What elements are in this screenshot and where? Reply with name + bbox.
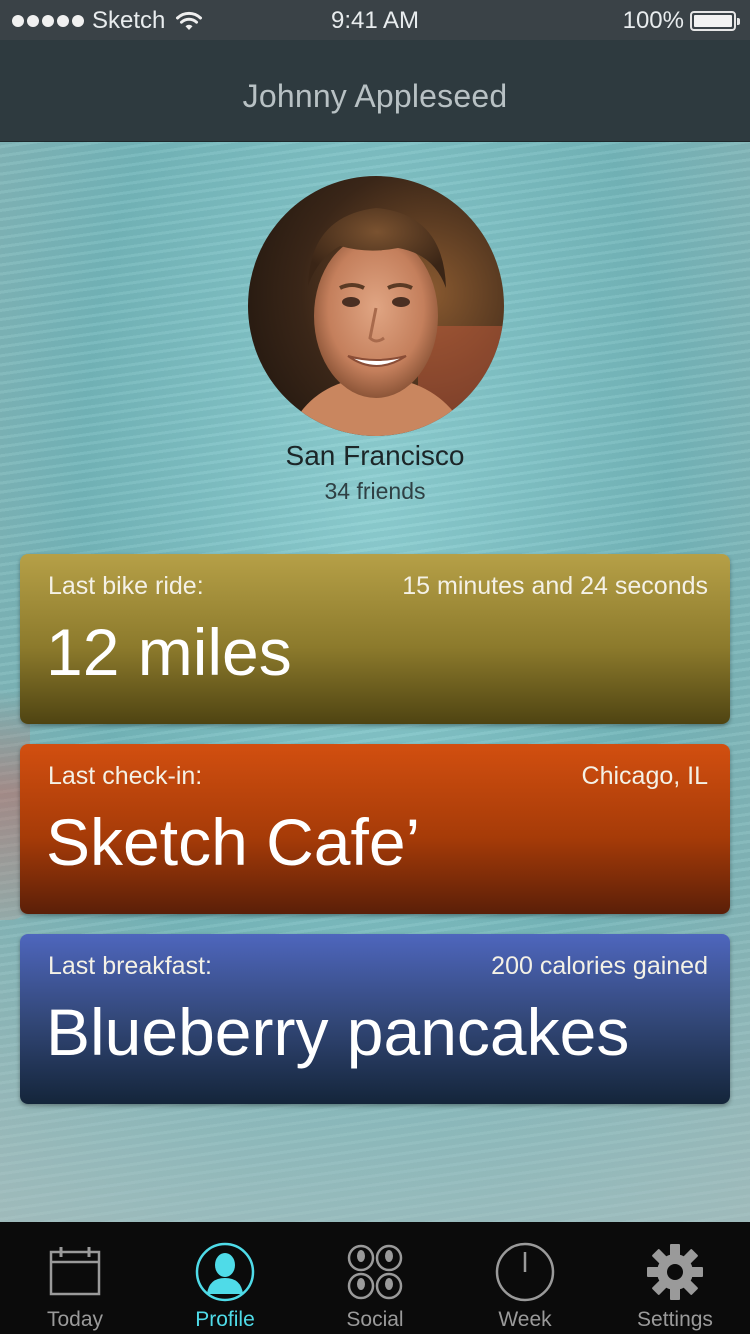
tab-label: Settings: [637, 1308, 713, 1331]
tab-label: Profile: [195, 1308, 255, 1331]
card-label: Last bike ride:: [48, 572, 204, 600]
tab-label: Week: [498, 1308, 552, 1331]
page-title: Johnny Appleseed: [242, 78, 508, 114]
status-right: 100%: [622, 7, 740, 35]
card-value: 12 miles: [46, 615, 292, 689]
tab-label: Social: [346, 1308, 404, 1331]
avatar[interactable]: [248, 176, 504, 436]
tab-settings[interactable]: Settings: [600, 1222, 750, 1334]
friends-count[interactable]: 34 friends: [0, 478, 750, 505]
gear-icon: [643, 1240, 707, 1304]
avatar-photo: [288, 208, 504, 436]
card-label: Last breakfast:: [48, 952, 212, 980]
tab-label: Today: [46, 1308, 104, 1331]
navigation-bar: Johnny Appleseed: [0, 40, 750, 142]
clock-icon: [493, 1240, 557, 1304]
check-in-card[interactable]: Last check-in: Chicago, IL Sketch Cafe’: [20, 744, 730, 914]
tab-week[interactable]: Week: [450, 1222, 600, 1334]
breakfast-card[interactable]: Last breakfast: 200 calories gained Blue…: [20, 934, 730, 1104]
battery-icon: [690, 11, 740, 31]
status-bar: Sketch 9:41 AM 100%: [0, 0, 750, 40]
card-meta: 15 minutes and 24 seconds: [402, 572, 708, 600]
battery-percent: 100%: [622, 7, 684, 34]
battery-fill: [694, 15, 732, 27]
person-icon: [193, 1240, 257, 1304]
bike-ride-card[interactable]: Last bike ride: 15 minutes and 24 second…: [20, 554, 730, 724]
tab-social[interactable]: Social: [300, 1222, 450, 1334]
card-label: Last check-in:: [48, 762, 203, 790]
card-meta: 200 calories gained: [491, 952, 708, 980]
card-value: Blueberry pancakes: [46, 995, 630, 1069]
profile-location: San Francisco: [285, 440, 465, 471]
tab-bar: Today Profile Social Week Settings: [0, 1222, 750, 1334]
card-meta: Chicago, IL: [581, 762, 708, 790]
tab-profile[interactable]: Profile: [150, 1222, 300, 1334]
card-value: Sketch Cafe’: [46, 805, 421, 879]
calendar-icon: [43, 1240, 107, 1304]
tab-today[interactable]: Today: [0, 1222, 150, 1334]
group-icon: [343, 1240, 407, 1304]
